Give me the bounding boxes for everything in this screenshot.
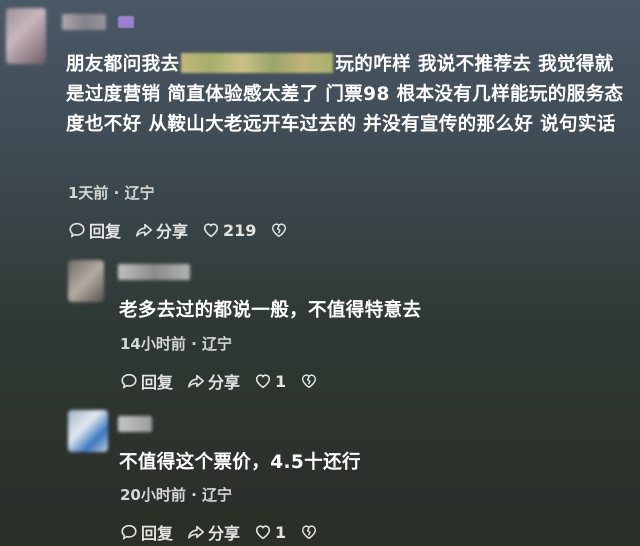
like-button[interactable]: 1 bbox=[254, 372, 286, 391]
username-redacted[interactable] bbox=[118, 416, 152, 432]
heart-icon bbox=[255, 525, 271, 540]
comment-location: 辽宁 bbox=[202, 486, 233, 504]
dislike-button[interactable] bbox=[270, 221, 288, 239]
comment-location: 辽宁 bbox=[202, 335, 233, 353]
share-arrow-icon bbox=[188, 525, 205, 539]
share-label: 分享 bbox=[156, 222, 189, 241]
dislike-button[interactable] bbox=[300, 523, 318, 541]
username-redacted[interactable] bbox=[62, 14, 106, 30]
comment-actions: 回复 分享 219 bbox=[68, 218, 288, 242]
comment-location: 辽宁 bbox=[124, 184, 155, 202]
share-button[interactable]: 分享 bbox=[187, 520, 240, 544]
comment-time: 14小时前 bbox=[120, 335, 186, 353]
share-arrow-icon bbox=[188, 374, 205, 388]
like-button[interactable]: 219 bbox=[202, 221, 256, 240]
heart-icon bbox=[203, 223, 219, 238]
speech-bubble-icon bbox=[69, 222, 85, 238]
comment-text: 不值得这个票价，4.5十还行 bbox=[119, 452, 361, 473]
username-redacted[interactable] bbox=[118, 264, 190, 280]
broken-heart-icon bbox=[302, 374, 317, 389]
avatar[interactable] bbox=[6, 8, 46, 64]
reply-button[interactable]: 回复 bbox=[120, 369, 173, 393]
like-button[interactable]: 1 bbox=[254, 523, 286, 542]
broken-heart-icon bbox=[272, 223, 287, 238]
like-count: 1 bbox=[275, 522, 287, 542]
comment-actions: 回复 分享 1 bbox=[120, 520, 318, 544]
avatar[interactable] bbox=[68, 410, 108, 452]
speech-bubble-icon bbox=[121, 373, 137, 389]
heart-icon bbox=[255, 374, 271, 389]
like-count: 219 bbox=[223, 220, 257, 240]
comment-text: 朋友都问我去 玩的咋样 我说不推荐去 我觉得就是过度营销 简直体验感太差了 门票9… bbox=[66, 50, 632, 140]
share-arrow-icon bbox=[136, 223, 153, 237]
share-button[interactable]: 分享 bbox=[135, 218, 188, 242]
broken-heart-icon bbox=[302, 525, 317, 540]
comment-actions: 回复 分享 1 bbox=[120, 369, 318, 393]
comment-meta: 1天前 · 辽宁 bbox=[68, 184, 155, 202]
share-button[interactable]: 分享 bbox=[187, 369, 240, 393]
share-label: 分享 bbox=[208, 524, 241, 543]
like-count: 1 bbox=[275, 371, 287, 391]
reply-label: 回复 bbox=[89, 222, 122, 241]
share-label: 分享 bbox=[208, 373, 241, 392]
reply-button[interactable]: 回复 bbox=[120, 520, 173, 544]
comment-time: 20小时前 bbox=[120, 486, 186, 504]
speech-bubble-icon bbox=[121, 524, 137, 540]
reply-label: 回复 bbox=[141, 524, 174, 543]
comment-meta: 14小时前 · 辽宁 bbox=[120, 335, 233, 353]
user-badge bbox=[118, 16, 134, 28]
dislike-button[interactable] bbox=[300, 372, 318, 390]
reply-button[interactable]: 回复 bbox=[68, 218, 121, 242]
redacted-place-name bbox=[181, 53, 334, 73]
avatar[interactable] bbox=[68, 260, 104, 302]
comment-text-before: 朋友都问我去 bbox=[66, 54, 180, 75]
comment-meta: 20小时前 · 辽宁 bbox=[120, 486, 233, 504]
comment-time: 1天前 bbox=[68, 184, 109, 202]
reply-label: 回复 bbox=[141, 373, 174, 392]
comment-text: 老多去过的都说一般，不值得特意去 bbox=[119, 300, 422, 321]
